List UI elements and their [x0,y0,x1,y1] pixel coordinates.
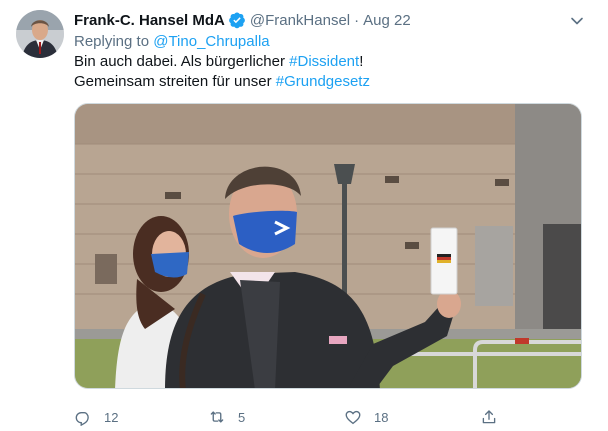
author-name[interactable]: Frank-C. Hansel MdA [74,12,225,29]
tweet-actions: 12 5 18 [74,405,504,429]
tweet-text-line-2-body: Gemeinsam streiten für unser [74,73,276,90]
share-icon [482,410,496,424]
replying-to: Replying to @Tino_Chrupalla [74,32,586,52]
tweet-card[interactable]: Frank-C. Hansel MdA @FrankHansel · Aug 2… [0,0,608,431]
reply-icon [75,411,89,426]
share-button[interactable] [480,405,510,429]
retweet-count: 5 [238,409,246,425]
avatar[interactable] [16,10,64,58]
tweet-text-line-1-end: ! [359,53,364,70]
tweet-header: Frank-C. Hansel MdA @FrankHansel · Aug 2… [74,10,586,30]
tweet-date[interactable]: Aug 22 [363,12,411,29]
tweet-photo[interactable] [74,103,582,389]
like-count: 18 [374,409,389,425]
tweet-text-line-2: Gemeinsam streiten für unser #Grundgeset… [74,72,586,92]
tweet-text: Bin auch dabei. Als bürgerlicher #Dissid… [74,52,586,92]
like-icon [345,410,361,425]
reply-count: 12 [104,409,119,425]
hashtag-dissident-link[interactable]: #Dissident [289,53,359,70]
hashtag-grundgesetz-link[interactable]: #Grundgesetz [276,73,370,90]
chevron-down-icon[interactable] [568,12,586,30]
retweet-icon [210,411,224,423]
tweet-content: Frank-C. Hansel MdA @FrankHansel · Aug 2… [74,10,586,426]
tweet-text-line-1-body: Bin auch dabei. Als bürgerlicher [74,53,290,70]
reply-mention-link[interactable]: @Tino_Chrupalla [153,33,269,50]
author-handle[interactable]: @FrankHansel [250,12,350,29]
replying-to-label: Replying to [74,33,154,50]
separator-dot: · [354,11,360,29]
tweet-text-line-1: Bin auch dabei. Als bürgerlicher #Dissid… [74,52,586,72]
retweet-button[interactable]: 5 [208,405,245,429]
reply-button[interactable]: 12 [74,405,118,429]
verified-badge-icon [228,11,246,29]
like-button[interactable]: 18 [344,405,388,429]
